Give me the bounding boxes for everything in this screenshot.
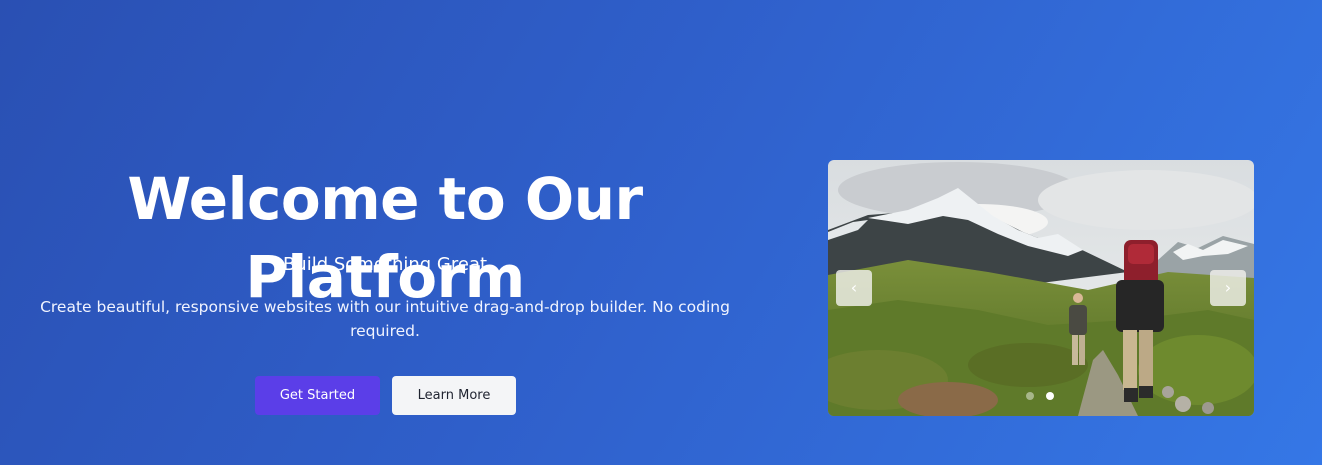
get-started-button[interactable]: Get Started [255,376,380,415]
learn-more-button[interactable]: Learn More [392,376,516,415]
carousel-next-button[interactable]: › [1210,270,1246,306]
image-carousel: ‹ › [828,160,1254,416]
carousel-dot-active[interactable] [1046,392,1054,400]
carousel-prev-button[interactable]: ‹ [836,270,872,306]
hero-description: Create beautiful, responsive websites wi… [40,298,730,340]
slide-image [828,160,1254,416]
hero-subtitle: Build Something Great [282,254,488,275]
carousel-indicators [1026,392,1054,400]
carousel-dot[interactable] [1026,392,1034,400]
hero-title: Welcome to Our Platform [127,165,643,311]
hero-content: Welcome to Our Platform Build Something … [0,0,770,465]
